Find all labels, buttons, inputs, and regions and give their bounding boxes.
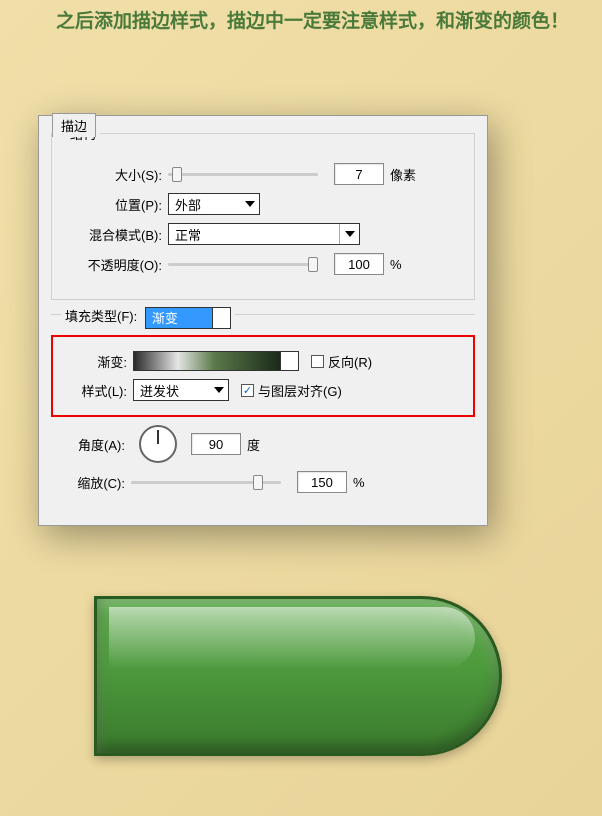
size-input[interactable]	[334, 163, 384, 185]
scale-input[interactable]	[297, 471, 347, 493]
scale-unit: %	[353, 475, 365, 490]
angle-dial[interactable]	[139, 425, 177, 463]
align-label: 与图层对齐(G)	[258, 381, 342, 400]
scale-slider-thumb[interactable]	[253, 475, 263, 490]
gradient-label: 渐变:	[63, 352, 133, 371]
angle-unit: 度	[247, 435, 260, 454]
angle-needle-icon	[157, 430, 159, 444]
gradient-swatch[interactable]	[133, 351, 281, 371]
fill-type-value: 渐变	[152, 308, 178, 327]
instruction-text: 之后添加描边样式，描边中一定要注意样式，和渐变的颜色！	[0, 0, 602, 37]
opacity-input[interactable]	[334, 253, 384, 275]
position-value: 外部	[175, 195, 201, 214]
chevron-down-icon	[214, 387, 224, 393]
style-row: 样式(L): 迸发状 ✓ 与图层对齐(G)	[63, 379, 463, 401]
angle-row: 角度(A): 度	[51, 425, 475, 463]
button-gloss	[109, 607, 475, 669]
fill-type-dropdown-button[interactable]	[213, 307, 231, 329]
align-checkbox[interactable]: ✓	[241, 384, 254, 397]
style-label: 样式(L):	[63, 381, 133, 400]
blend-select[interactable]: 正常	[168, 223, 360, 245]
group-structure: 结构 大小(S): 像素 位置(P): 外部 混合模式(B): 正常	[51, 124, 475, 300]
opacity-unit: %	[390, 257, 402, 272]
size-label: 大小(S):	[66, 165, 168, 184]
style-select[interactable]: 迸发状	[133, 379, 229, 401]
position-row: 位置(P): 外部	[66, 193, 460, 215]
position-select[interactable]: 外部	[168, 193, 260, 215]
blend-label: 混合模式(B):	[66, 225, 168, 244]
scale-row: 缩放(C): %	[51, 471, 475, 493]
fill-type-label: 填充类型(F): 渐变	[61, 306, 235, 329]
scale-slider[interactable]	[131, 481, 281, 484]
size-row: 大小(S): 像素	[66, 163, 460, 185]
opacity-slider[interactable]	[168, 263, 318, 266]
gradient-dropdown-button[interactable]	[281, 351, 299, 371]
group-fill: 填充类型(F): 渐变 渐变: 反向(R)	[51, 314, 475, 493]
size-slider-thumb[interactable]	[172, 167, 182, 182]
scale-label: 缩放(C):	[51, 473, 131, 492]
opacity-slider-thumb[interactable]	[308, 257, 318, 272]
fill-type-select[interactable]: 渐变	[145, 307, 213, 329]
size-unit: 像素	[390, 165, 416, 184]
blend-value: 正常	[175, 225, 201, 244]
size-slider[interactable]	[168, 173, 318, 176]
chevron-down-icon	[245, 201, 255, 207]
angle-input[interactable]	[191, 433, 241, 455]
style-value: 迸发状	[140, 381, 179, 400]
gradient-row: 渐变: 反向(R)	[63, 351, 463, 371]
reverse-label: 反向(R)	[328, 352, 372, 371]
opacity-row: 不透明度(O): %	[66, 253, 460, 275]
angle-label: 角度(A):	[51, 435, 131, 454]
highlight-box: 渐变: 反向(R) 样式(L): 迸发状 ✓ 与图层对齐(G)	[51, 335, 475, 417]
chevron-down-icon	[345, 231, 355, 237]
reverse-checkbox[interactable]	[311, 355, 324, 368]
blend-row: 混合模式(B): 正常	[66, 223, 460, 245]
opacity-label: 不透明度(O):	[66, 255, 168, 274]
result-button	[94, 596, 502, 756]
stroke-dialog: 描边 结构 大小(S): 像素 位置(P): 外部 混合模式(B):	[38, 115, 488, 565]
tab-stroke[interactable]: 描边	[52, 113, 96, 137]
position-label: 位置(P):	[66, 195, 168, 214]
